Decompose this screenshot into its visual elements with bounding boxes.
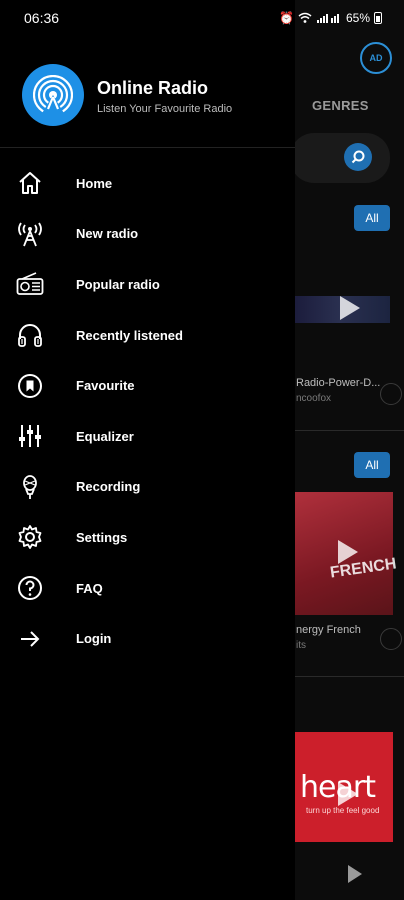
antenna-icon [16, 220, 44, 248]
arrow-right-icon [16, 625, 44, 653]
wifi-icon [298, 12, 312, 24]
gear-icon [16, 523, 44, 551]
status-bar: 06:36 ⏰ 65% [0, 0, 404, 36]
bookmark-icon [16, 372, 44, 400]
battery-percent: 65% [345, 11, 370, 25]
divider [295, 676, 404, 677]
question-icon [16, 574, 44, 602]
status-icons: ⏰ 65% [279, 11, 382, 25]
equalizer-icon [16, 422, 44, 450]
app-subtitle: Listen Your Favourite Radio [97, 103, 233, 115]
play-icon[interactable] [338, 540, 358, 564]
divider [295, 430, 404, 431]
menu-item-label: Favourite [76, 378, 135, 394]
menu-item-login[interactable]: Login [0, 613, 295, 664]
menu-item-new-radio[interactable]: New radio [0, 209, 295, 260]
menu-item-label: Equalizer [76, 428, 134, 444]
station-subtitle: ncoofox [296, 393, 332, 404]
home-icon [16, 169, 44, 197]
signal-icon [316, 12, 342, 24]
play-icon[interactable] [338, 782, 358, 806]
menu-item-favourite[interactable]: Favourite [0, 360, 295, 411]
microphone-icon [16, 473, 44, 501]
menu-item-equalizer[interactable]: Equalizer [0, 411, 295, 462]
menu-item-label: Recording [76, 479, 141, 495]
search-bar[interactable] [290, 133, 390, 183]
menu-item-popular-radio[interactable]: Popular radio [0, 259, 295, 310]
drawer-menu: Home New radio Popular radio Recently li… [0, 158, 295, 664]
station-title: nergy French [296, 624, 361, 636]
battery-icon [374, 12, 382, 24]
artwork-subtext: turn up the feel good [306, 806, 380, 815]
status-time: 06:36 [24, 10, 60, 26]
all-button[interactable]: All [354, 205, 390, 231]
menu-item-home[interactable]: Home [0, 158, 295, 209]
station-action-icon[interactable] [380, 383, 402, 405]
headphones-icon [16, 321, 44, 349]
menu-item-label: Settings [76, 529, 128, 545]
radio-icon [16, 270, 44, 298]
remove-ads-icon[interactable]: AD [360, 42, 392, 74]
menu-item-label: Login [76, 631, 112, 647]
alarm-icon: ⏰ [279, 11, 294, 25]
station-action-icon[interactable] [380, 628, 402, 650]
all-button[interactable]: All [354, 452, 390, 478]
app-title: Online Radio [97, 78, 209, 98]
app-logo-icon [22, 64, 84, 126]
menu-item-label: Recently listened [76, 327, 183, 343]
station-title: Radio-Power-D... [296, 377, 381, 389]
menu-item-recording[interactable]: Recording [0, 462, 295, 513]
tab-genres[interactable]: GENRES [312, 98, 369, 113]
play-icon[interactable] [340, 296, 360, 320]
menu-item-recently-listened[interactable]: Recently listened [0, 310, 295, 361]
navigation-drawer: Online Radio Listen Your Favourite Radio… [0, 0, 295, 900]
drawer-header: Online Radio Listen Your Favourite Radio [0, 50, 295, 148]
menu-item-label: FAQ [76, 580, 103, 596]
menu-item-label: New radio [76, 226, 139, 242]
menu-item-faq[interactable]: FAQ [0, 563, 295, 614]
mini-player-play-icon[interactable] [348, 865, 362, 883]
menu-item-label: Popular radio [76, 276, 160, 292]
menu-item-settings[interactable]: Settings [0, 512, 295, 563]
menu-item-label: Home [76, 175, 113, 191]
search-icon[interactable] [344, 143, 372, 171]
station-subtitle: its [296, 640, 306, 651]
